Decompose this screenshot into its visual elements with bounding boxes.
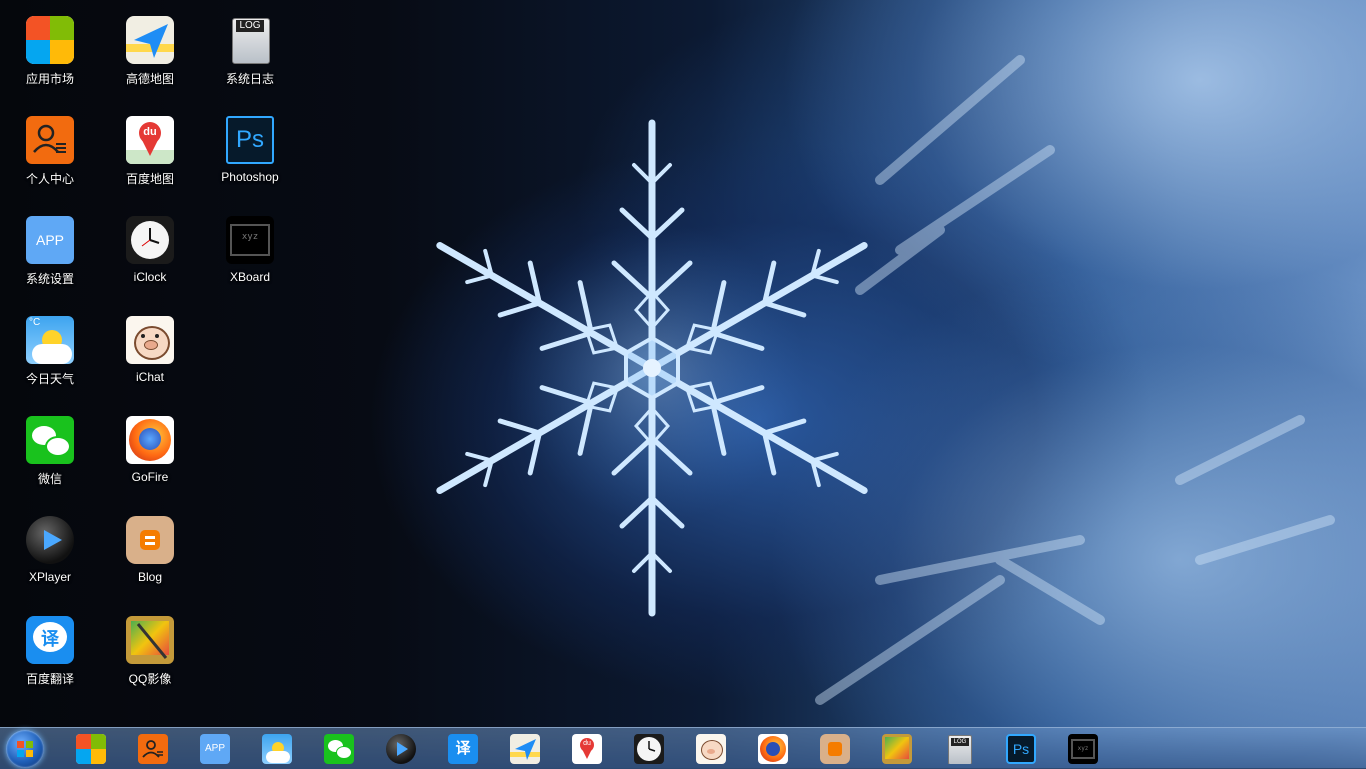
taskbar-item-amap[interactable] (510, 734, 540, 764)
taskbar-item-app-market[interactable] (76, 734, 106, 764)
blogger-icon (126, 516, 174, 564)
desktop-icon-gofire[interactable]: GoFire (100, 400, 200, 500)
pig-icon (126, 316, 174, 364)
desktop-icon-baidu-translate[interactable]: 译 百度翻译 (0, 600, 100, 700)
amap-icon (510, 739, 540, 760)
desktop-icon-amap[interactable]: 高德地图 (100, 0, 200, 100)
desktop-icon-label: 应用市场 (25, 72, 74, 86)
desktop-icon-user-center[interactable]: 个人中心 (0, 100, 100, 200)
weather-icon (262, 734, 292, 764)
taskbar-item-user-center[interactable] (138, 734, 168, 764)
windows-icon (26, 16, 74, 64)
xboard-badge-text: xyz (1077, 745, 1089, 752)
wechat-icon (26, 416, 74, 464)
taskbar-item-xboard[interactable]: xyz (1068, 734, 1098, 764)
photo-editor-icon (885, 737, 909, 759)
weather-unit-text: °C (29, 317, 41, 328)
desktop-icon-label: 系统日志 (225, 72, 274, 86)
windows-start-orb-icon (17, 741, 33, 757)
windows-icon (76, 734, 106, 764)
app-settings-icon: APP (204, 743, 225, 754)
ps-badge-text: Ps (235, 126, 264, 153)
app-settings-icon: APP (26, 216, 74, 264)
translate-icon: 译 (26, 616, 74, 664)
taskbar-item-baidu-translate[interactable]: 译 (448, 734, 478, 764)
player-icon (26, 516, 74, 564)
baidu-badge-text: du (143, 126, 157, 138)
log-icon: LOG (226, 16, 274, 64)
taskbar-item-ichat[interactable] (696, 734, 726, 764)
app-badge-text: APP (35, 232, 64, 248)
desktop-icon-blog[interactable]: Blog (100, 500, 200, 600)
taskbar-item-baidu-map[interactable]: du (572, 734, 602, 764)
log-badge-text: LOG (236, 20, 264, 32)
desktop-icon-label: Blog (137, 570, 163, 584)
desktop-icon-label: GoFire (131, 470, 169, 484)
clock-icon (637, 737, 661, 761)
taskbar-item-xplayer[interactable] (386, 734, 416, 764)
desktop-icon-wechat[interactable]: 微信 (0, 400, 100, 500)
desktop-icon-label: 个人中心 (25, 172, 74, 186)
firefox-icon (760, 736, 786, 762)
wechat-icon (324, 734, 354, 764)
weather-icon: °C (26, 316, 74, 364)
firefox-icon (126, 416, 174, 464)
desktop-icon-iclock[interactable]: iClock (100, 200, 200, 300)
desktop-icon-label: 百度地图 (125, 172, 174, 186)
taskbar-item-system-log[interactable]: LOG (944, 734, 974, 764)
desktop-icon-label: 微信 (37, 472, 62, 486)
desktop-icon-label: iClock (133, 270, 167, 284)
baidu-map-icon: du (572, 734, 602, 764)
taskbar: APP 译 du LOG Ps xyz (0, 727, 1366, 769)
photoshop-icon: Ps (226, 116, 274, 164)
taskbar-item-wechat[interactable] (324, 734, 354, 764)
desktop-icon-weather[interactable]: °C 今日天气 (0, 300, 100, 400)
taskbar-item-qq-image[interactable] (882, 734, 912, 764)
player-icon (397, 742, 408, 756)
user-center-icon (142, 740, 163, 758)
desktop-icon-app-market[interactable]: 应用市场 (0, 0, 100, 100)
desktop-icon-label: 高德地图 (125, 72, 174, 86)
taskbar-item-photoshop[interactable]: Ps (1006, 734, 1036, 764)
desktop-icon-label: 百度翻译 (25, 672, 74, 686)
desktop-icon-label: XBoard (229, 270, 271, 284)
taskbar-item-gofire[interactable] (758, 734, 788, 764)
blogger-icon (828, 742, 842, 756)
desktop-icon-photoshop[interactable]: Ps Photoshop (200, 100, 300, 200)
desktop-icon-label: QQ影像 (128, 672, 172, 686)
desktop-icon-label: 系统设置 (25, 272, 74, 286)
taskbar-item-weather[interactable] (262, 734, 292, 764)
desktop-icon-system-settings[interactable]: APP 系统设置 (0, 200, 100, 300)
taskbar-item-blog[interactable] (820, 734, 850, 764)
desktop-icon-label: 今日天气 (25, 372, 74, 386)
desktop-icon-xboard[interactable]: xyz XBoard (200, 200, 300, 300)
desktop-icon-baidu-map[interactable]: du 百度地图 (100, 100, 200, 200)
baidu-badge-text: du (583, 740, 591, 747)
desktop-icon-label: XPlayer (28, 570, 72, 584)
desktop-icon-xplayer[interactable]: XPlayer (0, 500, 100, 600)
user-center-icon (26, 116, 74, 164)
translate-badge-text: 译 (41, 629, 59, 649)
clock-icon (126, 216, 174, 264)
desktop-icon-label: iChat (135, 370, 164, 384)
desktop-icon-system-log[interactable]: LOG 系统日志 (200, 0, 300, 100)
photo-editor-icon (126, 616, 174, 664)
xboard-icon: xyz (1071, 739, 1095, 759)
taskbar-item-system-settings[interactable]: APP (200, 734, 230, 764)
desktop-icon-ichat[interactable]: iChat (100, 300, 200, 400)
log-icon: LOG (948, 735, 972, 764)
taskbar-item-iclock[interactable] (634, 734, 664, 764)
start-button[interactable] (6, 730, 44, 768)
xboard-icon: xyz (226, 216, 274, 264)
photoshop-icon: Ps (1012, 741, 1030, 757)
xboard-badge-text: xyz (241, 232, 259, 242)
desktop-icon-qq-image[interactable]: QQ影像 (100, 600, 200, 700)
log-badge-text: LOG (951, 738, 969, 746)
pig-icon (696, 734, 726, 764)
baidu-map-icon: du (126, 116, 174, 164)
desktop-icon-label: Photoshop (221, 170, 279, 184)
amap-icon (126, 16, 174, 64)
translate-icon: 译 (455, 740, 471, 757)
